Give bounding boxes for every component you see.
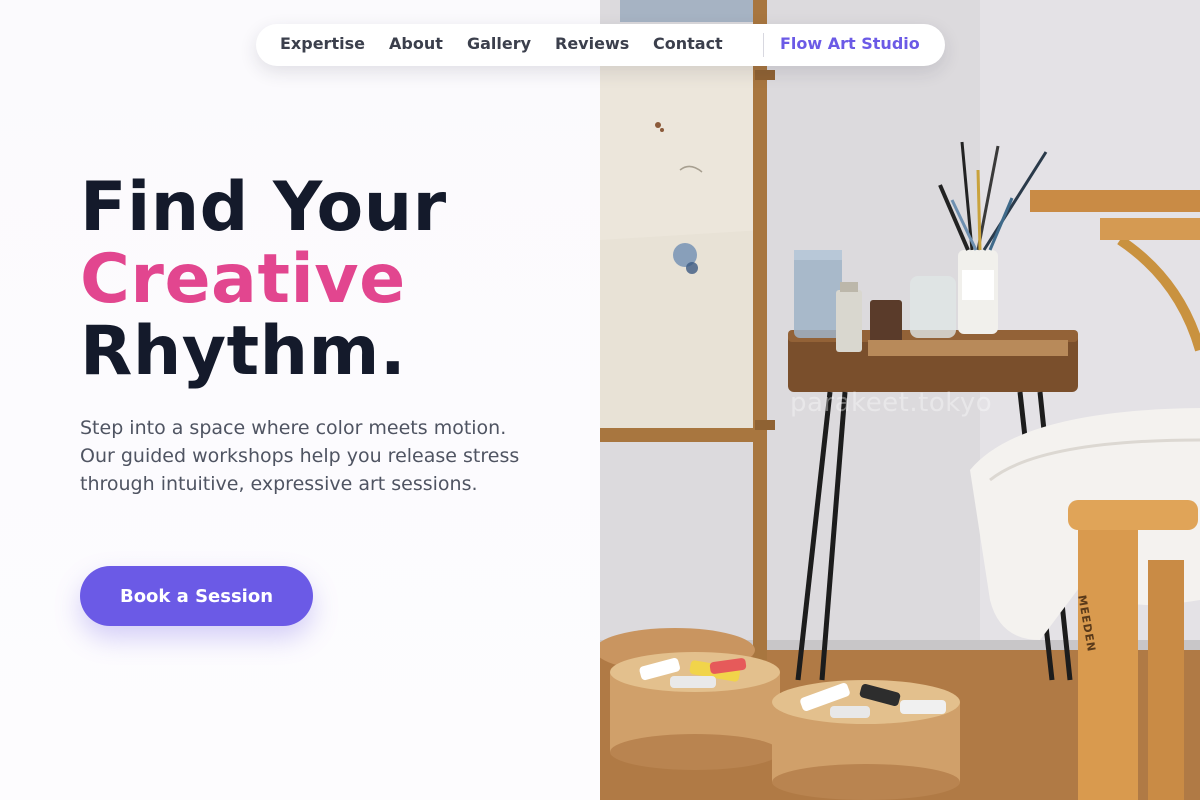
nav-link-expertise[interactable]: Expertise xyxy=(280,34,365,54)
headline-line-1: Find Your xyxy=(80,168,447,247)
headline-line-3: Rhythm. xyxy=(80,312,407,391)
headline-accent-word: Creative xyxy=(80,240,406,319)
glass-jar xyxy=(794,250,842,338)
studio-photo: parakeet.tokyo MEEDEN xyxy=(600,0,1200,800)
nav-link-contact[interactable]: Contact xyxy=(653,34,723,54)
nav-link-about[interactable]: About xyxy=(389,34,443,54)
bamboo-ladder xyxy=(753,0,767,660)
photo-watermark: parakeet.tokyo xyxy=(790,388,993,418)
nav-link-reviews[interactable]: Reviews xyxy=(555,34,629,54)
hero-description: Step into a space where color meets moti… xyxy=(80,417,520,495)
nav-link-gallery[interactable]: Gallery xyxy=(467,34,531,54)
wooden-stool xyxy=(1078,520,1138,800)
top-navigation: Expertise About Gallery Reviews Contact … xyxy=(256,24,945,66)
easel xyxy=(1030,190,1200,212)
book-session-button[interactable]: Book a Session xyxy=(80,566,313,626)
brand-link[interactable]: Flow Art Studio xyxy=(780,34,920,54)
nav-divider xyxy=(763,33,764,57)
hero-headline: Find Your Creative Rhythm. xyxy=(80,172,447,388)
hero-section: Find Your Creative Rhythm. Step into a s… xyxy=(0,0,600,800)
